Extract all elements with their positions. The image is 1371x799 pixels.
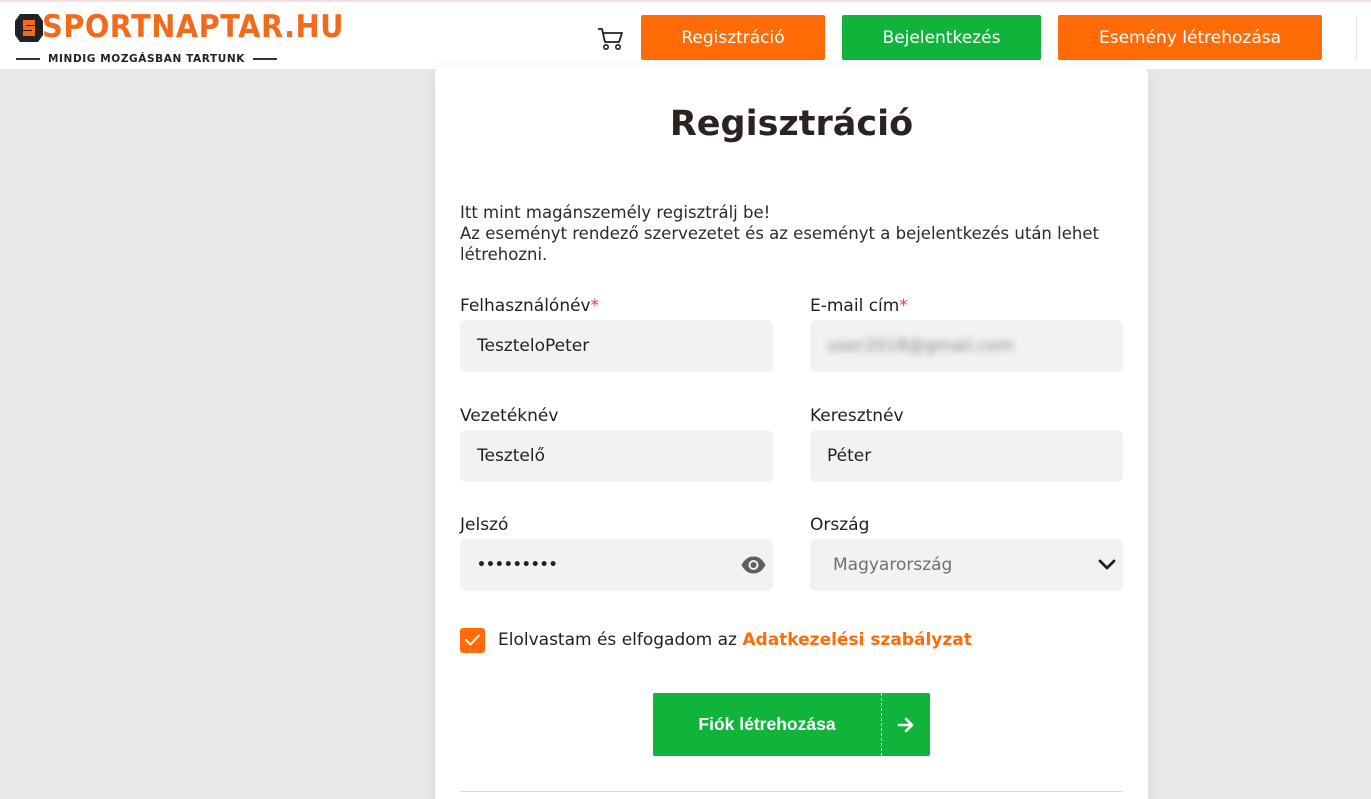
login-button[interactable]: Bejelentkezés: [842, 15, 1041, 60]
email-label-text: E-mail cím: [810, 296, 900, 316]
required-marker: *: [899, 296, 908, 316]
email-value: user2018@gmail.com: [827, 336, 1014, 356]
eye-icon[interactable]: [740, 555, 767, 575]
country-label: Ország: [810, 515, 870, 535]
checkmark-icon: [465, 634, 480, 646]
consent-checkbox[interactable]: [460, 627, 485, 653]
create-account-label: Fiók létrehozása: [698, 714, 836, 734]
logo-wordmark: SPORTNAPTAR.HU: [42, 8, 344, 46]
page-title: Regisztráció: [669, 104, 914, 144]
email-input[interactable]: user2018@gmail.com: [810, 320, 1123, 372]
scrollbar-edge: [1356, 16, 1357, 60]
first-name-label: Keresztnév: [810, 406, 904, 426]
create-account-button[interactable]: Fiók létrehozása: [653, 693, 930, 756]
username-input[interactable]: TeszteloPeter: [460, 320, 773, 372]
site-logo[interactable]: SPORTNAPTAR.HU MINDIG MOZGÁSBAN TARTUNK: [12, 9, 344, 70]
register-button[interactable]: Regisztráció: [641, 15, 825, 60]
last-name-label: Vezetéknév: [460, 406, 559, 426]
password-input[interactable]: •••••••••: [460, 539, 773, 591]
sportnaptar-logo-icon: [15, 14, 43, 42]
username-label: Felhasználónév*: [460, 296, 599, 316]
first-name-input[interactable]: Péter: [810, 430, 1123, 482]
intro-text: Itt mint magánszemély regisztrálj be! Az…: [460, 202, 1110, 265]
country-value: Magyarország: [833, 555, 953, 575]
consent-label: Elolvastam és elfogadom az: [498, 630, 737, 650]
shopping-cart-icon[interactable]: [596, 26, 624, 52]
intro-line-2: Az eseményt rendező szervezetet és az es…: [460, 224, 1099, 264]
logo-tagline: MINDIG MOZGÁSBAN TARTUNK: [16, 53, 308, 65]
username-label-text: Felhasználónév: [460, 296, 591, 316]
privacy-policy-link[interactable]: Adatkezelési szabályzat: [742, 630, 971, 650]
logo-wordmark-sport: SPORT: [42, 9, 152, 45]
consent-text: Elolvastam és elfogadom az Adatkezelési …: [498, 630, 972, 650]
registration-card: Regisztráció Itt mint magánszemély regis…: [435, 66, 1148, 799]
email-label: E-mail cím*: [810, 296, 908, 316]
password-label: Jelszó: [460, 515, 509, 535]
logo-wordmark-naptar: NAPTAR.HU: [151, 9, 345, 45]
password-value: •••••••••: [477, 557, 558, 573]
chevron-down-icon: [1098, 559, 1116, 570]
username-value: TeszteloPeter: [477, 336, 590, 356]
site-header: SPORTNAPTAR.HU MINDIG MOZGÁSBAN TARTUNK …: [0, 0, 1371, 69]
first-name-value: Péter: [827, 446, 872, 466]
create-event-button[interactable]: Esemény létrehozása: [1058, 15, 1322, 60]
country-select[interactable]: Magyarország: [810, 539, 1123, 591]
required-marker: *: [590, 296, 600, 316]
logo-tagline-text: MINDIG MOZGÁSBAN TARTUNK: [48, 53, 246, 65]
consent-row: Elolvastam és elfogadom az Adatkezelési …: [460, 627, 972, 653]
arrow-right-icon: [882, 717, 930, 733]
intro-line-1: Itt mint magánszemély regisztrálj be!: [460, 203, 771, 222]
last-name-input[interactable]: Tesztelő: [460, 430, 773, 482]
last-name-value: Tesztelő: [477, 446, 545, 466]
divider: [460, 791, 1123, 792]
